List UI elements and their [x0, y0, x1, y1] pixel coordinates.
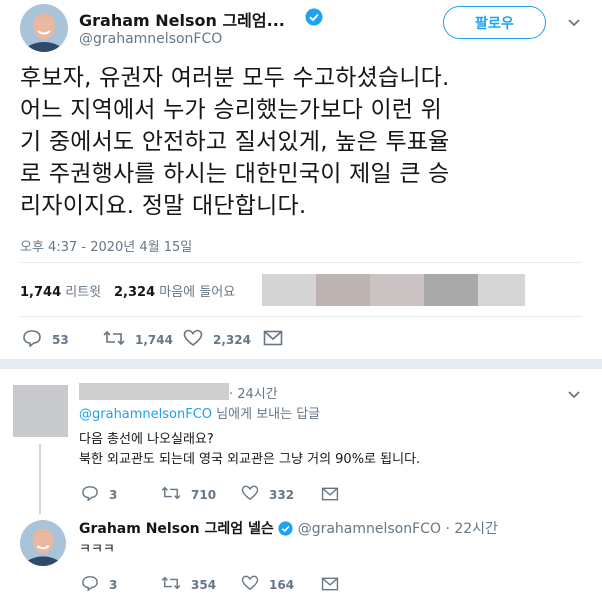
reply-icon: [22, 329, 42, 350]
tweet-text-line: 리자이지요. 정말 대단합니다.: [20, 193, 307, 219]
retweet-icon: [103, 329, 125, 350]
reply-time[interactable]: · 22시간: [445, 521, 497, 537]
tweet-text-line: 후보자, 유권자 여러분 모두 수고하셨습니다.: [20, 65, 450, 91]
liker-avatar[interactable]: [316, 274, 370, 306]
reply-author-name[interactable]: [79, 383, 229, 400]
follow-button[interactable]: 팔로우: [443, 6, 546, 39]
liker-avatar[interactable]: [478, 274, 525, 306]
reply-text-line: 다음 총선에 나오실래요?: [79, 432, 214, 447]
reply-to-line: @grahamnelsonFCO 님에게 보내는 답글: [79, 405, 320, 425]
message-icon[interactable]: [321, 576, 339, 595]
likes-label: 마음에 들어요: [159, 285, 236, 300]
retweet-action[interactable]: 1,744: [103, 329, 173, 350]
section-separator: [0, 359, 602, 369]
divider: [20, 316, 582, 317]
reply-count: 3: [109, 487, 118, 502]
like-count: 164: [269, 577, 295, 592]
liker-avatar[interactable]: [424, 274, 478, 306]
chevron-down-icon[interactable]: [566, 14, 582, 30]
verified-icon: [305, 8, 323, 26]
heart-icon: [241, 575, 259, 594]
like-action[interactable]: 2,324: [183, 329, 251, 350]
message-icon[interactable]: [263, 330, 283, 350]
retweet-action[interactable]: 710: [161, 485, 216, 504]
tweet-text: 후보자, 유권자 여러분 모두 수고하셨습니다. 어느 지역에서 누가 승리했는…: [20, 62, 590, 222]
likes-count: 2,324: [114, 285, 156, 300]
retweets-label: 리트윗: [65, 285, 102, 300]
tweet-text-line: 기 중에서도 안전하고 질서있게, 높은 투표율: [20, 129, 450, 155]
chevron-down-icon[interactable]: [566, 386, 582, 402]
author-avatar[interactable]: [20, 4, 68, 52]
likes-stat[interactable]: 2,324 마음에 들어요: [114, 281, 235, 300]
reply-count: 53: [52, 332, 69, 347]
retweet-count: 1,744: [135, 332, 173, 347]
tweet-timestamp[interactable]: 오후 4:37 - 2020년 4월 15일: [20, 236, 192, 255]
retweets-count: 1,744: [20, 285, 62, 300]
reply-count: 3: [109, 577, 118, 592]
reply-avatar[interactable]: [20, 520, 66, 566]
reply-action[interactable]: 3: [81, 575, 117, 594]
retweet-count: 710: [191, 487, 217, 502]
reply-to-suffix: 님에게 보내는 답글: [212, 407, 321, 422]
heart-icon: [241, 485, 259, 504]
liker-avatars[interactable]: [262, 274, 525, 306]
reply-author-handle[interactable]: @grahamnelsonFCO: [298, 521, 441, 537]
reply-action[interactable]: 53: [22, 329, 69, 350]
liker-avatar[interactable]: [370, 274, 424, 306]
like-count: 2,324: [213, 332, 251, 347]
reply-author-name[interactable]: Graham Nelson 그레엄 넬슨: [79, 521, 274, 537]
retweets-stat[interactable]: 1,744 리트윗: [20, 281, 101, 300]
thread-line: [39, 444, 41, 514]
heart-icon: [183, 329, 203, 350]
retweet-icon: [161, 485, 181, 504]
reply-icon: [81, 485, 99, 504]
like-count: 332: [269, 487, 295, 502]
retweet-count: 354: [191, 577, 217, 592]
liker-avatar[interactable]: [262, 274, 316, 306]
author-handle[interactable]: @grahamnelsonFCO: [79, 31, 222, 47]
retweet-action[interactable]: 354: [161, 575, 216, 594]
divider: [20, 262, 582, 263]
like-action[interactable]: 164: [241, 575, 294, 594]
reply-avatar[interactable]: [13, 385, 68, 437]
reply-icon: [81, 575, 99, 594]
reply-action[interactable]: 3: [81, 485, 117, 504]
reply-to-handle[interactable]: @grahamnelsonFCO: [79, 407, 212, 422]
verified-icon: [278, 521, 293, 540]
retweet-icon: [161, 575, 181, 594]
reply-header: Graham Nelson 그레엄 넬슨 @grahamnelsonFCO · …: [79, 518, 498, 540]
reply-text-line: ㅋㅋㅋ: [79, 542, 115, 557]
tweet-text-line: 어느 지역에서 누가 승리했는가보다 이런 위: [20, 97, 443, 123]
reply-text-line: 북한 외교관도 되는데 영국 외교관은 그냥 거의 90%로 됩니다.: [79, 452, 421, 467]
message-icon[interactable]: [321, 486, 339, 505]
reply-time[interactable]: · 24시간: [229, 383, 278, 402]
like-action[interactable]: 332: [241, 485, 294, 504]
tweet-text-line: 로 주권행사를 하시는 대한민국이 제일 큰 승: [20, 161, 450, 187]
author-name[interactable]: Graham Nelson 그레엄...: [79, 7, 285, 31]
